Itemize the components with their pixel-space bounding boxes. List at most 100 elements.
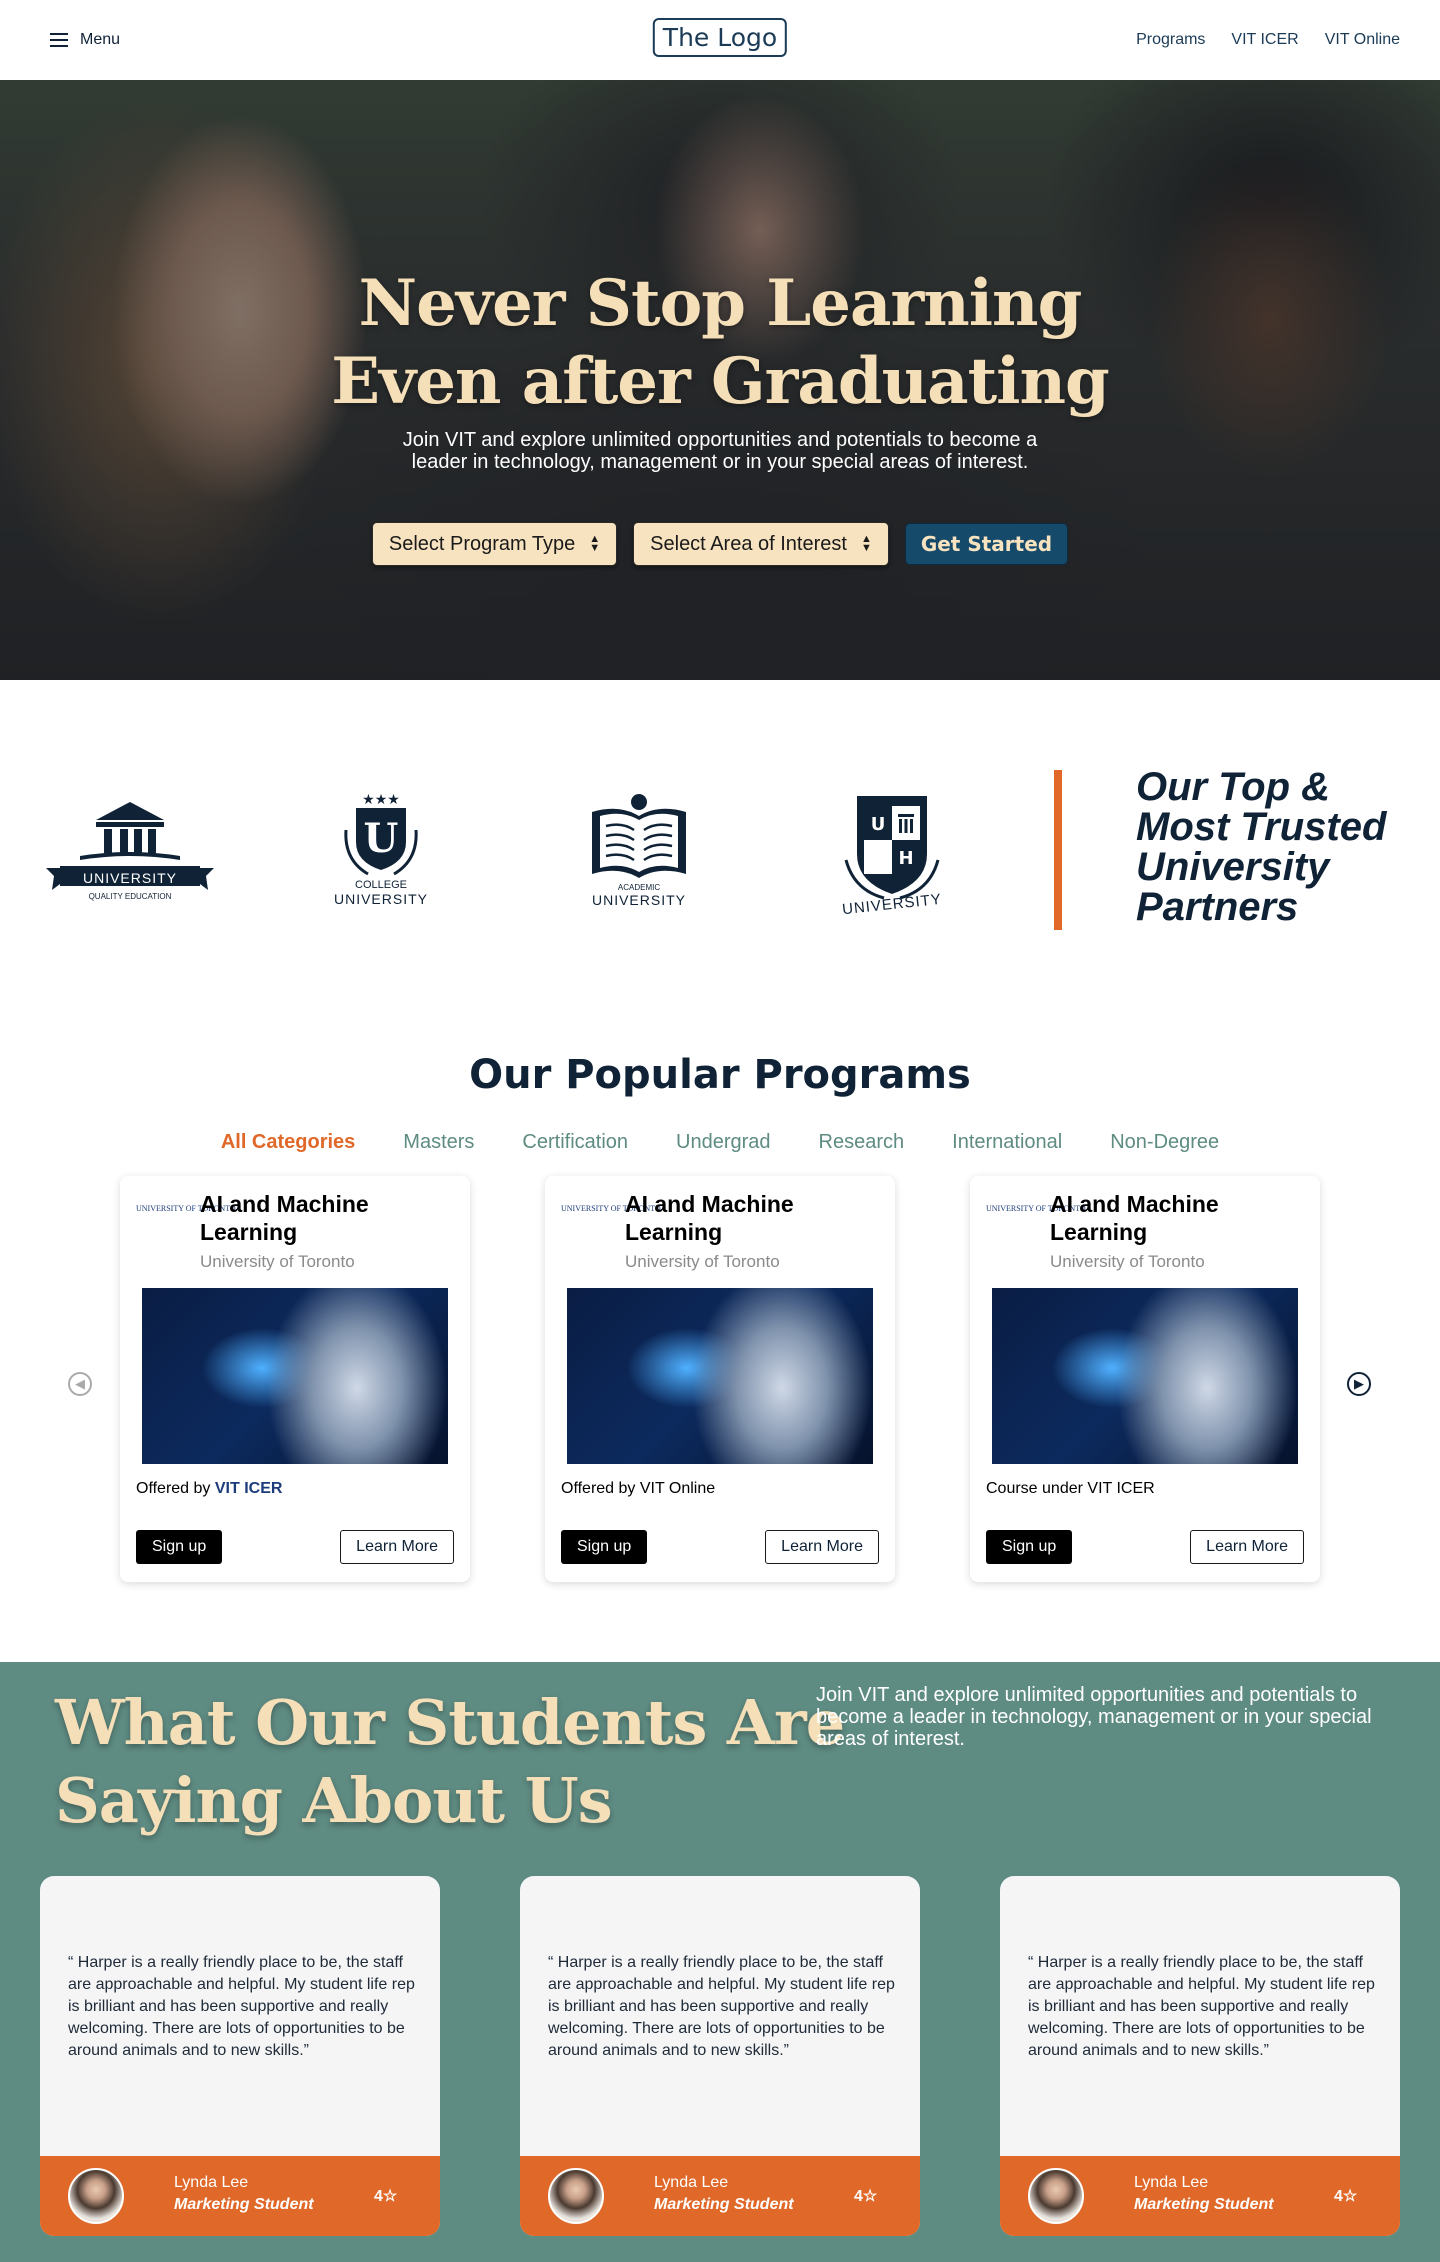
- svg-text:U: U: [871, 814, 886, 835]
- arrow-left-circle-icon[interactable]: ◀: [68, 1372, 92, 1396]
- testimonial-card: “ Harper is a really friendly place to b…: [40, 1876, 440, 2236]
- testimonial-quote: “ Harper is a really friendly place to b…: [548, 1954, 895, 2059]
- program-card[interactable]: UNIVERSITY OF TORONTO AI and Machine Lea…: [120, 1176, 470, 1582]
- menu-button[interactable]: Menu: [50, 31, 120, 49]
- learn-more-button[interactable]: Learn More: [340, 1530, 454, 1564]
- avatar: [548, 2168, 604, 2224]
- partners-section: UNIVERSITY QUALITY EDUCATION ★★★ U COLLE…: [0, 680, 1440, 980]
- tab-masters[interactable]: Masters: [403, 1131, 474, 1154]
- sign-up-button[interactable]: Sign up: [986, 1530, 1073, 1564]
- program-image: [992, 1288, 1298, 1464]
- testimonials-section: What Our Students Are Saying About Us Jo…: [0, 1662, 1440, 2262]
- program-category-tabs: All Categories Masters Certification Und…: [0, 1131, 1440, 1154]
- program-university: University of Toronto: [1050, 1252, 1205, 1271]
- partners-divider: [1054, 770, 1062, 930]
- college-shield-icon: ★★★ U: [344, 792, 418, 876]
- program-image: [567, 1288, 873, 1464]
- partners-heading: Our Top & Most Trusted University Partne…: [1136, 767, 1426, 927]
- avatar: [68, 2168, 124, 2224]
- testimonials-title-line1: What Our Students Are: [55, 1686, 845, 1759]
- partners-heading-line2: Most Trusted: [1136, 805, 1387, 849]
- partner-logo-4[interactable]: U H UNIVERSITY: [832, 790, 952, 918]
- student-name: Lynda Lee: [654, 2174, 729, 2191]
- testimonials-title-line2: Saying About Us: [55, 1764, 613, 1837]
- testimonial-card: “ Harper is a really friendly place to b…: [520, 1876, 920, 2236]
- tab-certification[interactable]: Certification: [522, 1131, 628, 1154]
- partner-logo-3-name: UNIVERSITY: [591, 892, 686, 908]
- hero-title-line2: Even after Graduating: [331, 344, 1110, 419]
- program-title: AI and Machine Learning: [200, 1191, 369, 1245]
- hero-subtitle: Join VIT and explore unlimited opportuni…: [402, 429, 1038, 473]
- menu-label: Menu: [80, 31, 121, 48]
- partner-logo-1[interactable]: UNIVERSITY QUALITY EDUCATION: [46, 790, 214, 905]
- tab-all-categories[interactable]: All Categories: [221, 1131, 355, 1154]
- program-type-select[interactable]: Select Program Type ▲ ▼: [371, 522, 618, 566]
- partners-heading-line3: University: [1136, 845, 1330, 889]
- program-university: University of Toronto: [200, 1252, 355, 1271]
- testimonial-footer: Lynda Lee Marketing Student 4☆: [1000, 2156, 1400, 2236]
- tab-research[interactable]: Research: [819, 1131, 905, 1154]
- partner-logo-2-name: UNIVERSITY: [333, 891, 428, 907]
- tab-non-degree[interactable]: Non-Degree: [1110, 1131, 1219, 1154]
- chevron-up-down-icon: ▲ ▼: [860, 533, 872, 554]
- program-offered-by: Offered by VIT Online: [561, 1480, 716, 1497]
- program-card[interactable]: UNIVERSITY OF TORONTO AI and Machine Lea…: [970, 1176, 1320, 1582]
- rating: 4☆: [854, 2188, 878, 2205]
- program-title: AI and Machine Learning: [1050, 1191, 1219, 1245]
- offer-prefix: Offered by: [136, 1480, 215, 1497]
- student-role: Marketing Student: [1134, 2196, 1274, 2213]
- program-offered-by: Offered by VIT ICER: [136, 1480, 282, 1498]
- avatar: [1028, 2168, 1084, 2224]
- hero-section: Never Stop Learning Even after Graduatin…: [0, 80, 1440, 680]
- student-name: Lynda Lee: [1134, 2174, 1209, 2191]
- offer-highlight[interactable]: VIT ICER: [215, 1480, 283, 1497]
- partners-heading-line4: Partners: [1136, 885, 1299, 929]
- partners-heading-line1: Our Top &: [1136, 765, 1331, 809]
- get-started-button[interactable]: Get Started: [904, 523, 1069, 565]
- site-logo[interactable]: The Logo: [652, 18, 788, 57]
- program-type-label: Select Program Type: [388, 532, 576, 555]
- svg-text:★★★: ★★★: [362, 792, 400, 808]
- partner-logo-3[interactable]: ACADEMIC UNIVERSITY: [584, 790, 694, 908]
- hero-title-line1: Never Stop Learning: [358, 266, 1083, 341]
- partner-logo-2-tagline: COLLEGE: [355, 879, 407, 891]
- area-of-interest-select[interactable]: Select Area of Interest ▲ ▼: [633, 522, 889, 566]
- nav-vit-icer[interactable]: VIT ICER: [1231, 31, 1298, 49]
- site-header: Menu The Logo Programs VIT ICER VIT Onli…: [0, 0, 1440, 80]
- sign-up-button[interactable]: Sign up: [136, 1530, 223, 1564]
- student-role: Marketing Student: [654, 2196, 794, 2213]
- hamburger-icon: [50, 33, 68, 47]
- sign-up-button[interactable]: Sign up: [561, 1530, 648, 1564]
- student-name: Lynda Lee: [174, 2174, 249, 2191]
- testimonials-subtitle: Join VIT and explore unlimited opportuni…: [816, 1684, 1372, 1750]
- testimonial-quote: “ Harper is a really friendly place to b…: [68, 1954, 415, 2059]
- partner-logo-1-name: UNIVERSITY: [82, 870, 177, 886]
- nav-vit-online[interactable]: VIT Online: [1325, 31, 1400, 49]
- partner-logo-2[interactable]: ★★★ U COLLEGE UNIVERSITY: [326, 790, 436, 907]
- tab-undergrad[interactable]: Undergrad: [676, 1131, 771, 1154]
- testimonial-footer: Lynda Lee Marketing Student 4☆: [40, 2156, 440, 2236]
- learn-more-button[interactable]: Learn More: [765, 1530, 879, 1564]
- hero-search-controls: Select Program Type ▲ ▼ Select Area of In…: [0, 522, 1440, 566]
- rating: 4☆: [374, 2188, 398, 2205]
- rating: 4☆: [1334, 2188, 1358, 2205]
- area-of-interest-label: Select Area of Interest: [650, 532, 847, 555]
- arrow-right-circle-icon[interactable]: ▶: [1347, 1372, 1371, 1396]
- testimonials-title: What Our Students Are Saying About Us: [55, 1684, 845, 1840]
- tab-international[interactable]: International: [952, 1131, 1062, 1154]
- partner-logo-1-tagline: QUALITY EDUCATION: [88, 892, 172, 901]
- open-book-icon: [592, 794, 686, 878]
- testimonial-footer: Lynda Lee Marketing Student 4☆: [520, 2156, 920, 2236]
- chevron-up-down-icon: ▲ ▼: [589, 533, 601, 554]
- nav-programs[interactable]: Programs: [1136, 31, 1205, 49]
- program-card[interactable]: UNIVERSITY OF TORONTO AI and Machine Lea…: [545, 1176, 895, 1582]
- student-role: Marketing Student: [174, 2196, 314, 2213]
- programs-title: Our Popular Programs: [469, 1052, 971, 1098]
- program-title: AI and Machine Learning: [625, 1191, 794, 1245]
- partner-logo-3-tagline: ACADEMIC: [617, 883, 661, 892]
- learn-more-button[interactable]: Learn More: [1190, 1530, 1304, 1564]
- testimonial-card: “ Harper is a really friendly place to b…: [1000, 1876, 1400, 2236]
- program-university: University of Toronto: [625, 1252, 780, 1271]
- testimonial-quote: “ Harper is a really friendly place to b…: [1028, 1954, 1375, 2059]
- svg-text:U: U: [364, 815, 399, 862]
